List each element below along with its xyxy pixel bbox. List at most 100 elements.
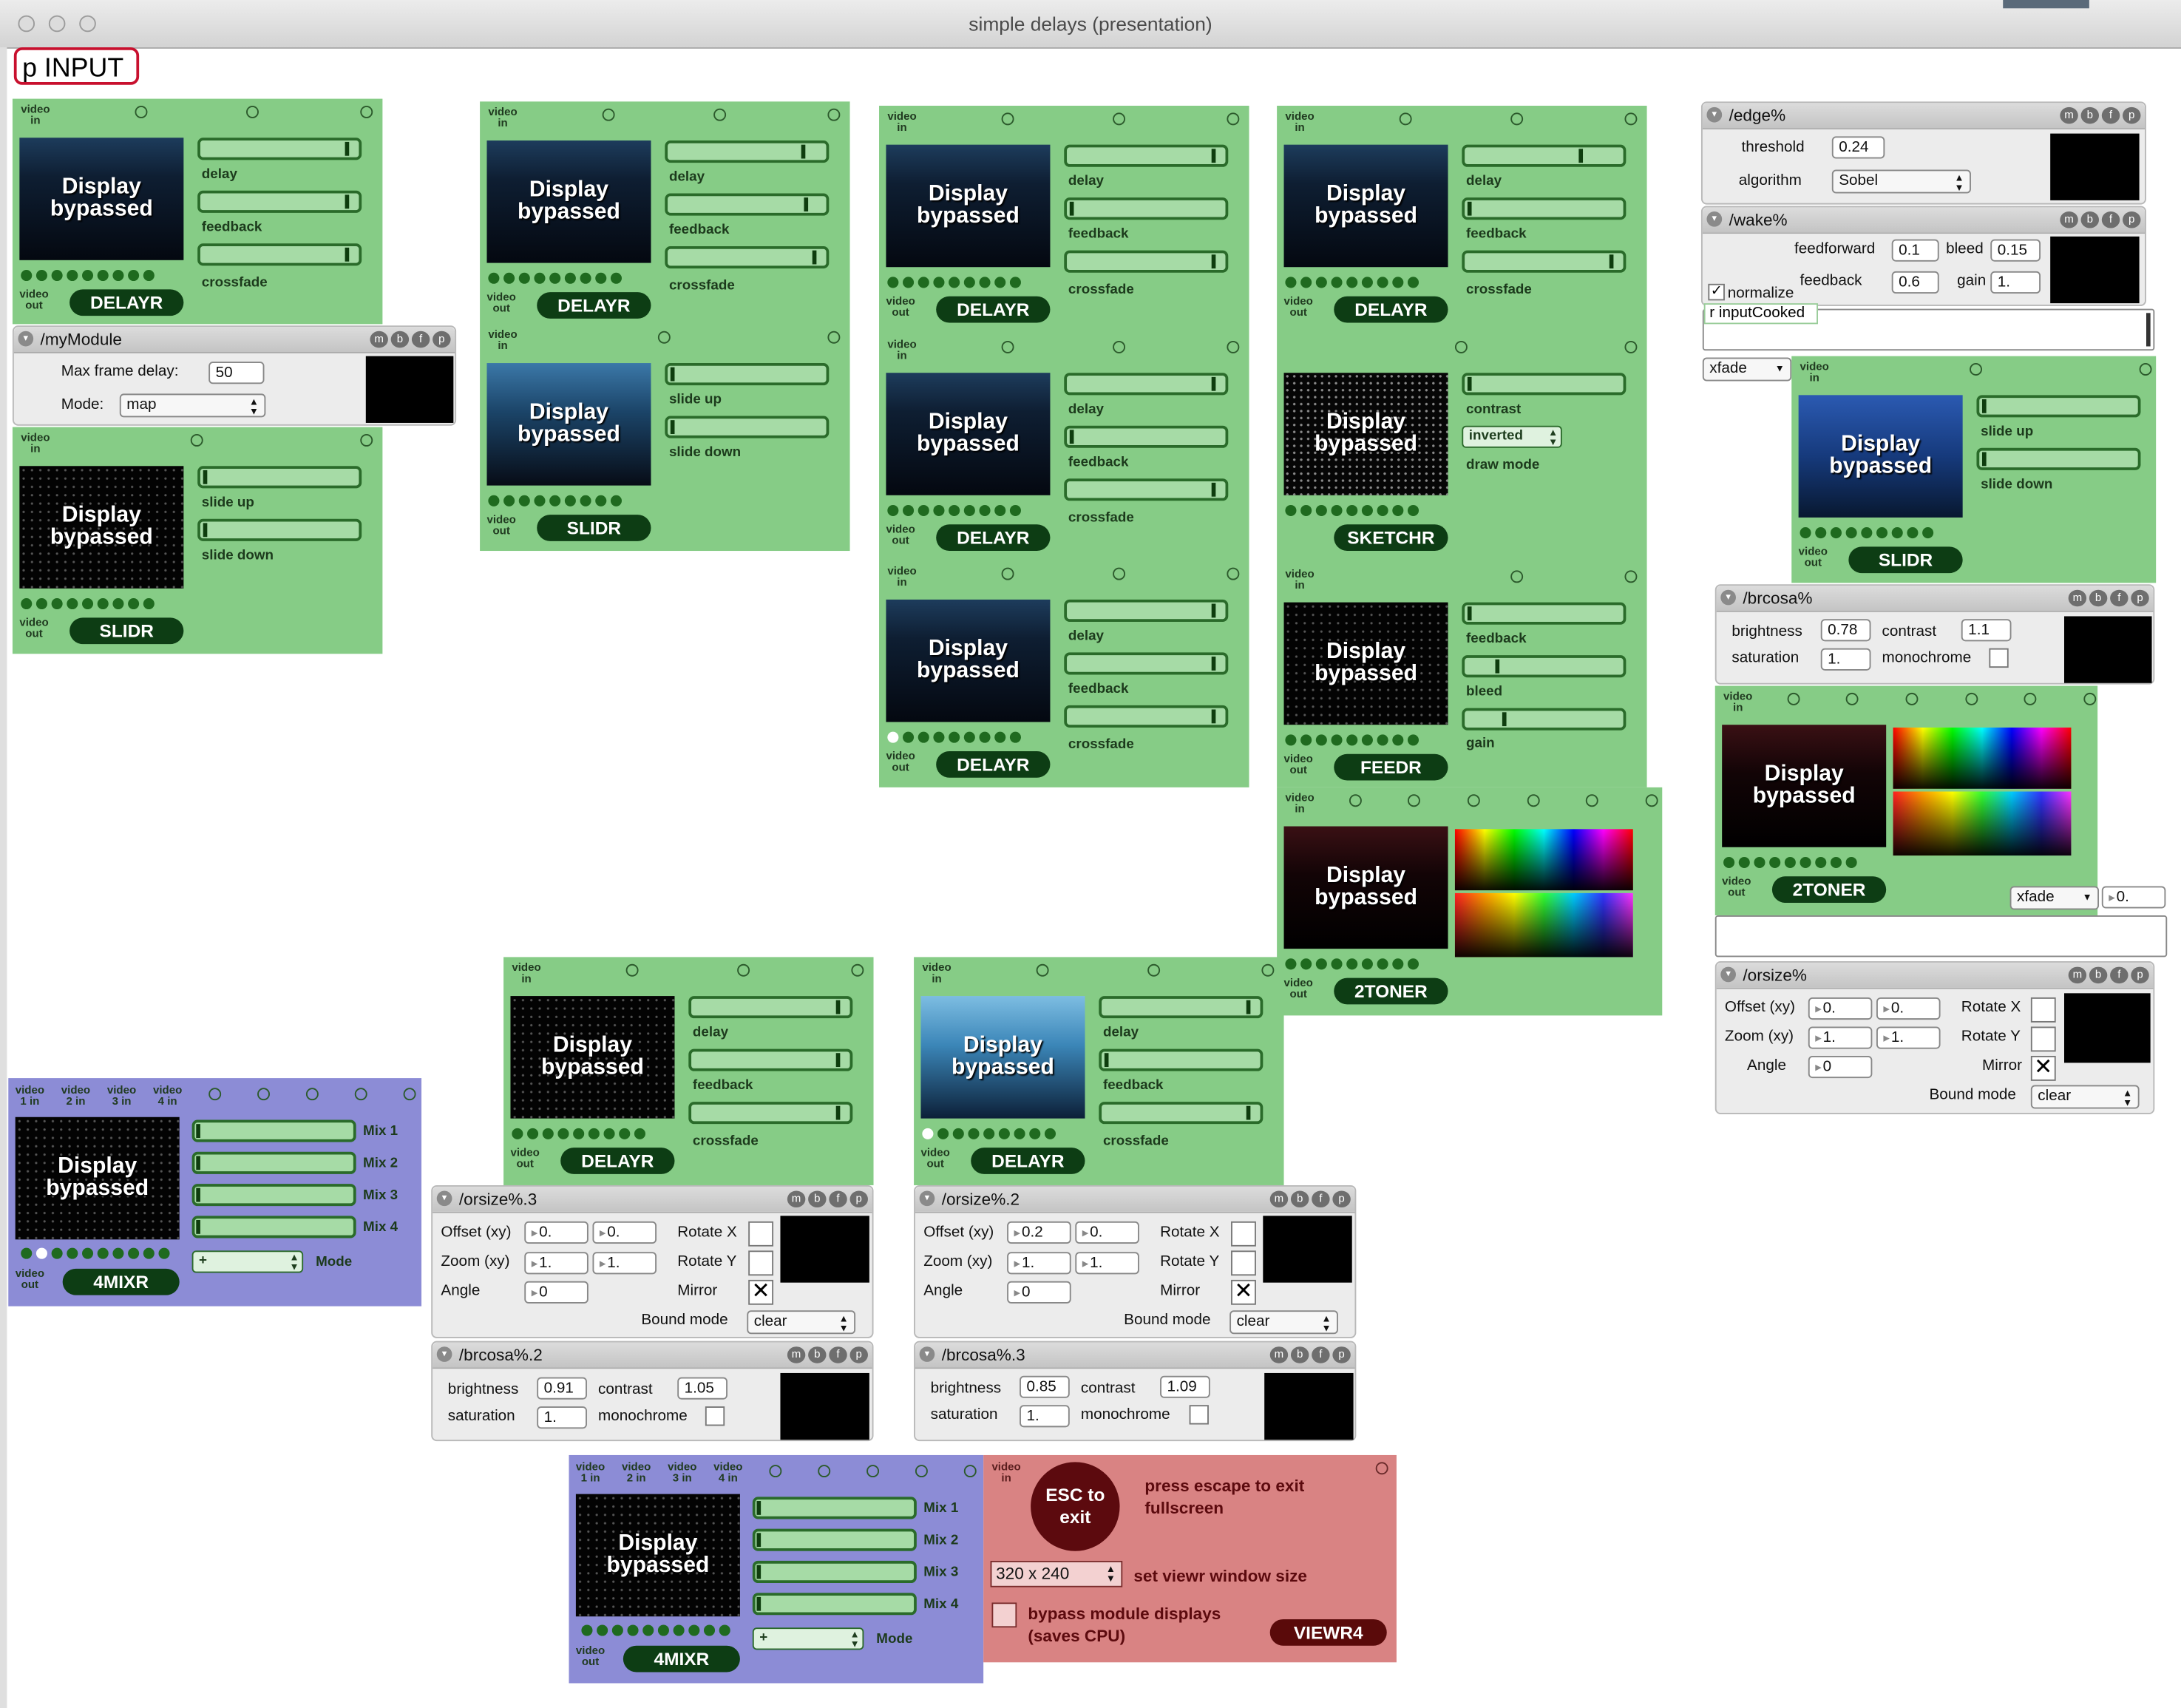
display-dot[interactable] [1876,527,1888,539]
display-dot[interactable] [1407,277,1419,288]
inlet-ring-icon[interactable] [360,105,373,118]
inlet-ring-icon[interactable] [1510,112,1524,126]
mix-mode-dropdown[interactable]: + ▲ ▼ [191,1250,304,1273]
slider-thumb[interactable] [203,470,208,484]
mode-dropdown[interactable]: map ▲ ▼ [119,393,266,418]
inlet-ring-icon[interactable] [2139,363,2152,376]
display-dot[interactable] [1723,856,1735,868]
slider-thumb[interactable] [1246,1000,1251,1014]
inlet-ring-icon[interactable] [1624,570,1638,583]
brightness-input[interactable]: 0.85 [1020,1375,1070,1398]
rotate-x-box[interactable] [2030,997,2056,1023]
display-dot[interactable] [903,504,915,516]
display-dot[interactable] [937,1128,949,1139]
inlet-ring-icon[interactable] [1527,794,1540,807]
delay-slider[interactable] [1462,144,1627,167]
display-dot[interactable] [949,277,960,288]
display-dot[interactable] [143,269,155,282]
gain-slider[interactable] [1462,708,1627,731]
inlet-ring-icon[interactable] [602,108,615,121]
m-button[interactable]: m [370,331,388,348]
feedback-slider[interactable] [665,193,830,216]
display-dot[interactable] [1377,504,1388,516]
inlet-ring-icon[interactable] [1261,963,1275,977]
inlet-ring-icon[interactable] [1454,340,1468,353]
slider-thumb[interactable] [1211,709,1216,724]
saturation-input[interactable]: 1. [537,1406,587,1429]
slider-thumb[interactable] [196,1187,200,1202]
display-dot[interactable] [35,1247,47,1259]
inlet-ring-icon[interactable] [1349,794,1362,807]
display-dot[interactable] [35,598,47,610]
angle-input[interactable]: 0 [1808,1055,1873,1079]
slider-thumb[interactable] [1211,254,1216,269]
delay-slider[interactable] [688,996,853,1019]
mix-4-slider[interactable] [752,1593,917,1616]
inlet-ring-icon[interactable] [1227,567,1240,580]
slider-thumb[interactable] [345,194,350,209]
receive-object[interactable]: r inputCooked [1703,303,1818,325]
display-dot[interactable] [952,1128,964,1139]
display-dot[interactable] [1331,734,1343,746]
display-dot[interactable] [1346,958,1358,970]
inlet-ring-icon[interactable] [1970,363,1982,376]
display-dot[interactable] [1907,527,1919,539]
crossfade-slider[interactable] [688,1102,853,1125]
normalize-checkbox[interactable]: ✓ [1708,283,1725,301]
display-dot[interactable] [1800,856,1811,868]
display-dot[interactable] [1845,856,1857,868]
display-dot[interactable] [573,1128,585,1139]
slider-thumb[interactable] [196,1156,200,1170]
display-dot[interactable] [1285,277,1297,288]
mirror-checkbox[interactable]: ✕ [748,1279,774,1305]
f-button[interactable]: f [2101,211,2120,228]
slide-down-slider[interactable] [665,416,830,438]
display-dot[interactable] [503,272,515,284]
display-dot[interactable] [112,269,124,282]
display-dot[interactable] [1407,734,1419,746]
inlet-ring-icon[interactable] [403,1088,416,1101]
display-dot[interactable] [887,731,899,743]
display-dot[interactable] [994,277,1006,288]
f-button[interactable]: f [2110,966,2129,984]
mix-3-slider[interactable] [191,1184,356,1207]
display-dot[interactable] [588,1128,600,1139]
brightness-input[interactable]: 0.78 [1820,619,1871,642]
display-dot[interactable] [917,504,929,516]
display-dot[interactable] [51,269,63,282]
display-dot[interactable] [1392,734,1404,746]
delay-slider[interactable] [665,140,830,163]
collapse-icon[interactable]: ▾ [18,331,34,347]
display-dot[interactable] [1377,734,1388,746]
xfade-toner-value[interactable]: 0. [2101,886,2166,909]
display-dot[interactable] [1361,958,1373,970]
offset-x-input[interactable]: 0.2 [1007,1221,1071,1244]
bypass-displays-checkbox[interactable] [991,1602,1017,1628]
slider-thumb[interactable] [1981,399,1987,413]
inlet-ring-icon[interactable] [866,1465,880,1478]
display-dot[interactable] [527,1128,539,1139]
display-dot[interactable] [1769,856,1781,868]
offset-y-input[interactable]: 0. [592,1221,657,1244]
display-dot[interactable] [979,277,991,288]
f-button[interactable]: f [411,331,430,348]
bound-mode-dropdown[interactable]: clear ▲ ▼ [2030,1085,2140,1109]
display-dot[interactable] [610,495,622,506]
display-dot[interactable] [112,1247,124,1259]
display-dot[interactable] [1392,277,1404,288]
display-dot[interactable] [610,272,622,284]
p-button[interactable]: p [2131,966,2149,984]
inlet-ring-icon[interactable] [1036,963,1049,977]
f-button[interactable]: f [829,1346,847,1363]
display-dot[interactable] [1845,527,1857,539]
inlet-ring-icon[interactable] [246,105,259,118]
display-dot[interactable] [922,1128,934,1139]
p-button[interactable]: p [849,1190,868,1208]
display-dot[interactable] [1346,277,1358,288]
inlet-ring-icon[interactable] [1645,794,1658,807]
display-dot[interactable] [673,1624,685,1636]
display-dot[interactable] [994,504,1006,516]
inlet-ring-icon[interactable] [257,1088,270,1101]
p-button[interactable]: p [2123,106,2141,124]
crossfade-slider[interactable] [1064,478,1229,501]
